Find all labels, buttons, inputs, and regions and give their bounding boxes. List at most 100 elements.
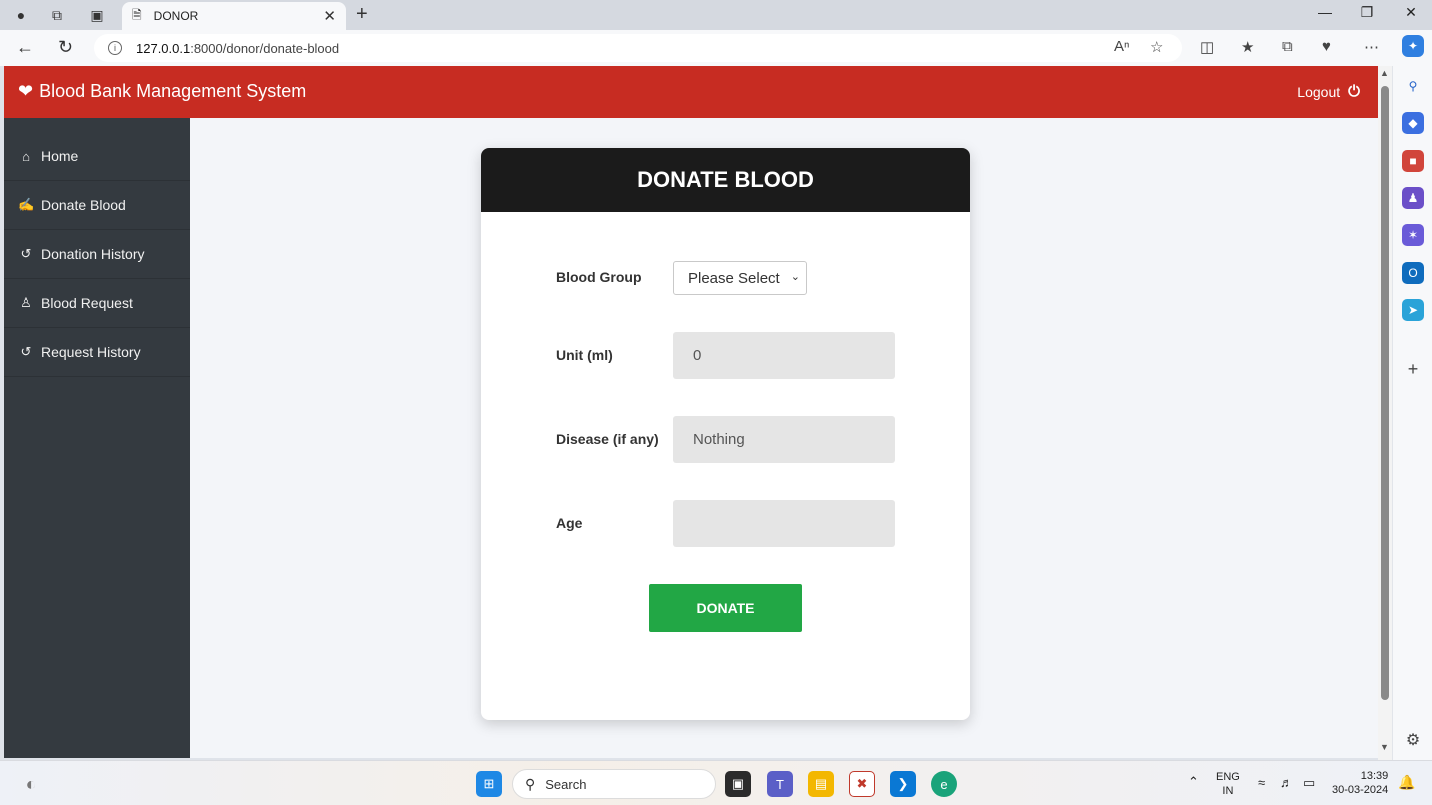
- tools-icon[interactable]: ■: [1402, 150, 1424, 172]
- search-label: Search: [545, 776, 587, 792]
- teams-icon[interactable]: T: [767, 771, 793, 797]
- app-header: ❤ Blood Bank Management System Logout ⏻: [4, 66, 1378, 118]
- power-icon: ⏻: [1348, 83, 1360, 100]
- age-label: Age: [556, 515, 583, 531]
- user-plus-icon: ♙: [20, 295, 32, 310]
- edge-sidebar: ⚲ ◆ ■ ♟ ✶ O ➤ + ⚙: [1392, 66, 1432, 760]
- donate-card: DONATE BLOOD Blood Group Please Select ⌄…: [481, 148, 970, 720]
- scroll-down-icon[interactable]: ▼: [1380, 742, 1389, 752]
- games-icon[interactable]: ♟: [1402, 187, 1424, 209]
- sidebar-item-label: Home: [41, 148, 79, 164]
- collections-icon[interactable]: ⧉: [46, 4, 68, 26]
- sidebar-item-label: Donation History: [41, 246, 145, 262]
- add-icon[interactable]: +: [1402, 358, 1424, 380]
- brand-title: Blood Bank Management System: [39, 81, 307, 101]
- windows-start-icon[interactable]: ⊞: [476, 771, 502, 797]
- refresh-icon[interactable]: ↻: [58, 37, 73, 58]
- url-host: 127.0.0.1: [136, 40, 191, 56]
- sidebar-item-request-history[interactable]: ↺ Request History: [4, 328, 190, 377]
- disease-input[interactable]: [673, 416, 895, 463]
- notification-bell-icon[interactable]: 🔔: [1398, 775, 1415, 789]
- edge-browser-icon[interactable]: e: [931, 771, 957, 797]
- new-tab-icon[interactable]: +: [356, 3, 368, 26]
- shopping-icon[interactable]: ◆: [1402, 112, 1424, 134]
- heartbeat-icon: ❤: [18, 81, 34, 101]
- sidebar-item-blood-request[interactable]: ♙ Blood Request: [4, 279, 190, 328]
- lang-line2: IN: [1222, 785, 1234, 797]
- minimize-icon[interactable]: —: [1310, 4, 1340, 20]
- taskbar: ◐ ⊞ ⚲ Search ▣ T ▤ ✖ ❯ e ⌃ ENG IN ≈ ♬ ▭ …: [0, 760, 1432, 805]
- blood-group-label: Blood Group: [556, 269, 642, 285]
- more-menu-icon[interactable]: ⋯: [1364, 38, 1379, 56]
- site-info-icon[interactable]: i: [108, 41, 122, 55]
- browser-essentials-icon[interactable]: ♥: [1322, 38, 1331, 55]
- disease-label: Disease (if any): [556, 431, 659, 447]
- history-icon: ↺: [20, 246, 32, 261]
- url-path: :8000/donor/donate-blood: [190, 40, 340, 56]
- taskbar-search[interactable]: ⚲ Search: [512, 769, 716, 799]
- blood-group-select[interactable]: Please Select ⌄: [673, 261, 807, 295]
- task-view-icon[interactable]: ▣: [725, 771, 751, 797]
- sidebar-item-home[interactable]: ⌂ Home: [4, 132, 190, 181]
- close-tab-icon[interactable]: ✕: [323, 7, 336, 25]
- home-icon: ⌂: [22, 148, 30, 164]
- clock-time: 13:39: [1360, 770, 1389, 782]
- close-window-icon[interactable]: ✕: [1396, 4, 1426, 21]
- address-bar[interactable]: i 127.0.0.1 :8000/donor/donate-blood: [94, 34, 1182, 62]
- collections-toolbar-icon[interactable]: ⧉: [1282, 38, 1293, 55]
- outlook-icon[interactable]: O: [1402, 262, 1424, 284]
- search-icon: ⚲: [525, 775, 536, 792]
- browser-tab-bar: ● ⧉ ▣ 🗎 DONOR ✕ + — ❐ ✕: [0, 0, 1432, 30]
- history-icon: ↺: [20, 344, 32, 359]
- unit-label: Unit (ml): [556, 347, 613, 363]
- logout-label: Logout: [1297, 83, 1341, 100]
- read-aloud-icon[interactable]: Aⁿ: [1114, 38, 1129, 55]
- vscode-icon[interactable]: ❯: [890, 771, 916, 797]
- file-explorer-icon[interactable]: ▤: [808, 771, 834, 797]
- sidebar: ⌂ Home ✍ Donate Blood ↺ Donation History…: [4, 118, 190, 758]
- wifi-icon[interactable]: ≈: [1258, 776, 1265, 790]
- age-input[interactable]: [673, 500, 895, 547]
- favorite-star-icon[interactable]: ☆: [1150, 38, 1163, 56]
- blood-group-value: Please Select: [688, 269, 780, 287]
- tab-title: DONOR: [153, 9, 199, 23]
- clock[interactable]: 13:39 30-03-2024: [1332, 769, 1388, 797]
- language-indicator[interactable]: ENG IN: [1216, 770, 1240, 798]
- sidebar-item-donate-blood[interactable]: ✍ Donate Blood: [4, 181, 190, 230]
- profile-icon[interactable]: ●: [10, 4, 32, 26]
- browser-toolbar: ← ↻ i 127.0.0.1 :8000/donor/donate-blood…: [0, 30, 1432, 66]
- page-icon: 🗎: [132, 7, 142, 22]
- logout-link[interactable]: Logout ⏻: [1297, 83, 1360, 100]
- back-icon[interactable]: ←: [16, 37, 34, 58]
- drop-icon[interactable]: ➤: [1402, 299, 1424, 321]
- hand-holding-icon: ✍: [18, 197, 35, 212]
- xampp-icon[interactable]: ✖: [849, 771, 875, 797]
- unit-input[interactable]: [673, 332, 895, 379]
- split-screen-icon[interactable]: ◫: [1200, 38, 1214, 56]
- volume-icon[interactable]: ♬: [1280, 776, 1293, 790]
- chevron-down-icon: ⌄: [790, 271, 800, 283]
- clock-date: 30-03-2024: [1332, 784, 1389, 796]
- scrollbar-thumb[interactable]: [1381, 86, 1389, 700]
- microsoft365-icon[interactable]: ✶: [1402, 224, 1424, 246]
- battery-icon[interactable]: ▭: [1303, 776, 1315, 790]
- favorites-icon[interactable]: ★: [1241, 38, 1254, 56]
- sidebar-item-label: Request History: [41, 344, 141, 360]
- scroll-up-icon[interactable]: ▲: [1380, 68, 1389, 78]
- sidebar-item-label: Blood Request: [41, 295, 133, 311]
- chevron-up-icon[interactable]: ⌃: [1188, 775, 1199, 789]
- sidebar-item-label: Donate Blood: [41, 197, 126, 213]
- donate-button[interactable]: DONATE: [649, 584, 802, 632]
- sidebar-item-donation-history[interactable]: ↺ Donation History: [4, 230, 190, 279]
- copilot-icon[interactable]: ✦: [1402, 35, 1424, 57]
- card-title: DONATE BLOOD: [481, 148, 970, 212]
- restore-icon[interactable]: ❐: [1352, 4, 1382, 21]
- settings-gear-icon[interactable]: ⚙: [1402, 729, 1424, 751]
- widgets-icon[interactable]: ◐: [18, 771, 44, 797]
- browser-tab[interactable]: 🗎 DONOR ✕: [122, 2, 346, 30]
- search-icon[interactable]: ⚲: [1402, 75, 1424, 97]
- tab-actions-icon[interactable]: ▣: [86, 4, 108, 26]
- page-scrollbar[interactable]: ▲ ▼: [1378, 66, 1392, 760]
- brand[interactable]: ❤ Blood Bank Management System: [18, 81, 306, 102]
- lang-line1: ENG: [1216, 771, 1240, 783]
